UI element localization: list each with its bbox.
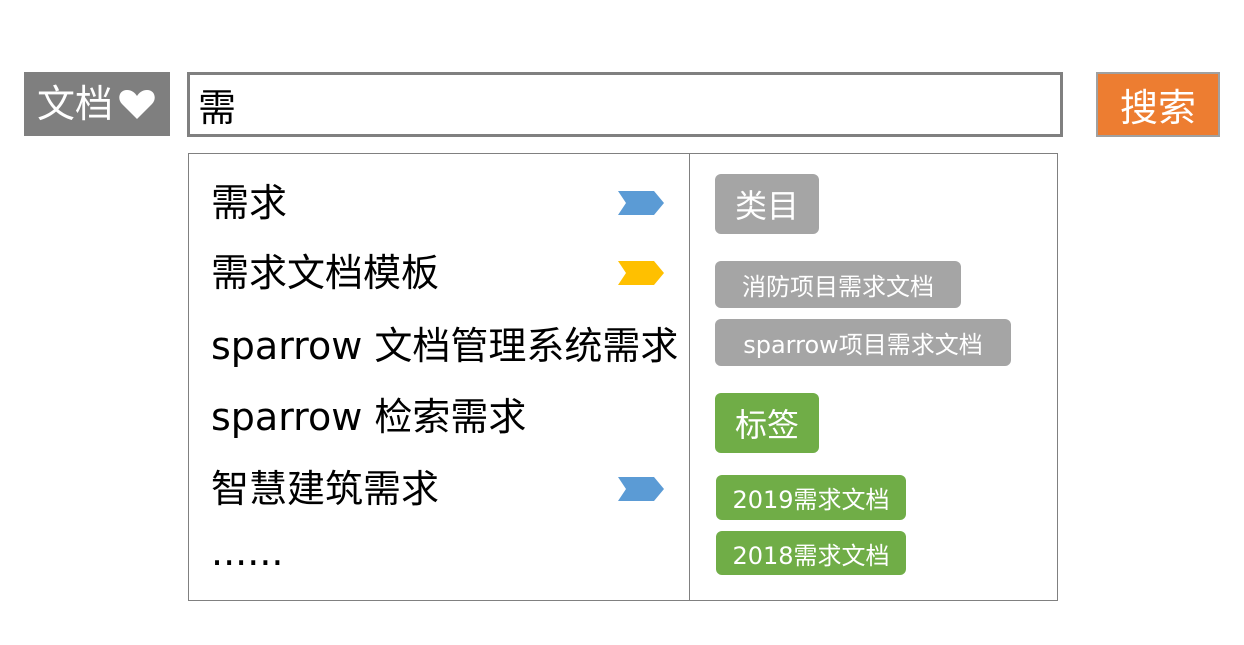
- tag-chip[interactable]: 2018需求文档: [716, 531, 906, 575]
- search-type-label: 文档: [36, 82, 113, 126]
- tag-label: 2018需求文档: [732, 541, 890, 570]
- suggestion-label: sparrow 检索需求: [211, 395, 527, 439]
- tag-chip[interactable]: 2019需求文档: [716, 475, 906, 520]
- category-chip[interactable]: sparrow项目需求文档: [715, 319, 1011, 366]
- suggestion-label: 智慧建筑需求: [211, 467, 440, 511]
- suggestion-label: 需求: [211, 181, 288, 225]
- suggestion-label: 需求文档模板: [211, 251, 440, 295]
- category-title: 类目: [734, 187, 799, 225]
- search-type-selector[interactable]: 文档: [24, 72, 170, 136]
- suggestion-item[interactable]: sparrow 检索需求: [211, 392, 681, 442]
- expand-arrow-icon[interactable]: [618, 261, 664, 285]
- suggestion-item[interactable]: 需求: [211, 178, 681, 228]
- category-label: 消防项目需求文档: [742, 273, 934, 301]
- suggestion-more[interactable]: ......: [211, 527, 681, 577]
- suggestion-item[interactable]: 需求文档模板: [211, 248, 681, 298]
- tag-header: 标签: [715, 393, 819, 453]
- search-button[interactable]: 搜索: [1096, 72, 1220, 137]
- tag-label: 2019需求文档: [732, 486, 890, 514]
- expand-arrow-icon[interactable]: [618, 191, 664, 215]
- category-label: sparrow项目需求文档: [743, 331, 983, 359]
- category-header: 类目: [715, 174, 819, 234]
- suggestion-label: ......: [211, 530, 284, 574]
- tag-title: 标签: [734, 406, 799, 444]
- column-divider: [689, 154, 690, 600]
- search-input[interactable]: [187, 72, 1063, 137]
- suggestion-label: sparrow 文档管理系统需求: [211, 324, 679, 368]
- suggestion-item[interactable]: 智慧建筑需求: [211, 464, 681, 514]
- expand-arrow-icon[interactable]: [618, 477, 664, 501]
- heart-icon: [119, 90, 155, 119]
- suggestion-item[interactable]: sparrow 文档管理系统需求: [211, 321, 681, 371]
- suggestion-dropdown: 需求 需求文档模板 sparrow 文档管理系统需求 sparrow 检索需求 …: [188, 153, 1058, 601]
- category-chip[interactable]: 消防项目需求文档: [715, 261, 961, 308]
